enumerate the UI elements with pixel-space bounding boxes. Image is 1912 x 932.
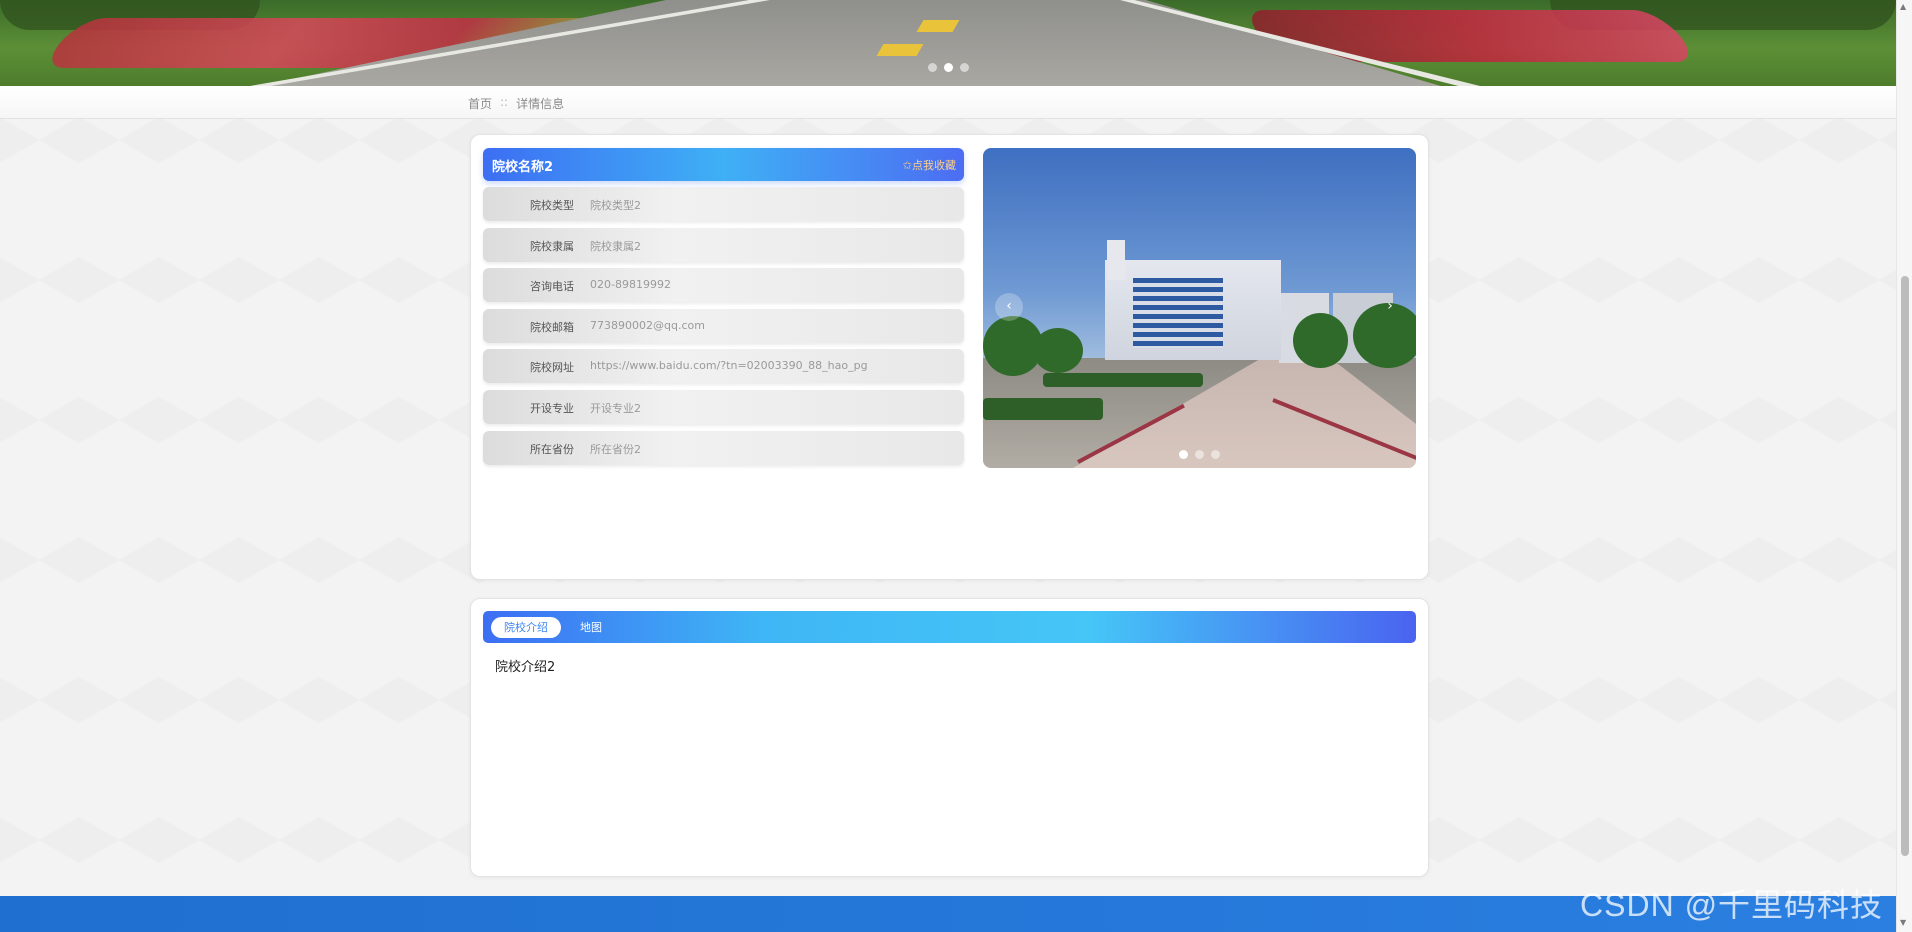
photo-hedge <box>1043 373 1203 387</box>
detail-card: 院校名称2 ✩点我收藏 院校类型 院校类型2 院校隶属 院校隶属2 咨询电话 0… <box>470 134 1429 580</box>
favorite-button[interactable]: ✩点我收藏 <box>903 157 956 173</box>
banner-road-marking <box>916 20 960 32</box>
field-label: 所在省份 <box>530 443 574 456</box>
photo-tree <box>1033 328 1083 373</box>
carousel-prev-button[interactable]: ‹ <box>995 293 1023 321</box>
field-value: 开设专业2 <box>590 402 641 415</box>
carousel-dot[interactable] <box>1211 450 1220 459</box>
tab-school-intro[interactable]: 院校介绍 <box>491 617 561 638</box>
photo-tree <box>1293 313 1348 368</box>
field-value: 773890002@qq.com <box>590 319 705 332</box>
photo-building-tower <box>1107 240 1125 280</box>
school-name-title: 院校名称2 <box>492 160 554 175</box>
field-value: 院校隶属2 <box>590 240 641 253</box>
banner-pagination[interactable] <box>928 63 969 72</box>
banner-dot[interactable] <box>960 63 969 72</box>
field-label: 咨询电话 <box>530 280 574 293</box>
photo-building-windows <box>1133 278 1223 348</box>
intro-card: 院校介绍 地图 院校介绍2 <box>470 598 1429 877</box>
breadcrumb-current: 详情信息 <box>516 97 565 111</box>
field-label: 院校类型 <box>530 199 574 212</box>
breadcrumb-bar: 首页 :: 详情信息 <box>0 86 1896 119</box>
field-row-email: 院校邮箱 773890002@qq.com <box>483 309 964 343</box>
hero-banner <box>0 0 1896 86</box>
page-scrollbar[interactable]: ▲ ▼ <box>1896 0 1912 932</box>
field-value: https://www.baidu.com/?tn=02003390_88_ha… <box>590 359 868 372</box>
field-row-province: 所在省份 所在省份2 <box>483 431 964 465</box>
breadcrumb: 首页 :: 详情信息 <box>468 95 564 112</box>
photo-hedge <box>983 398 1103 420</box>
field-row-majors: 开设专业 开设专业2 <box>483 390 964 424</box>
field-label: 开设专业 <box>530 402 574 415</box>
breadcrumb-home-link[interactable]: 首页 <box>468 95 492 112</box>
field-row-phone: 咨询电话 020-89819992 <box>483 268 964 302</box>
field-value: 020-89819992 <box>590 278 671 291</box>
carousel-next-button[interactable]: › <box>1376 293 1404 321</box>
scrollbar-thumb[interactable] <box>1901 276 1909 856</box>
field-row-website: 院校网址 https://www.baidu.com/?tn=02003390_… <box>483 349 964 383</box>
banner-dot[interactable] <box>928 63 937 72</box>
carousel-dot[interactable] <box>1179 450 1188 459</box>
tab-bar: 院校介绍 地图 <box>483 611 1416 643</box>
tab-map[interactable]: 地图 <box>571 617 611 638</box>
carousel-pagination[interactable] <box>1179 450 1220 459</box>
breadcrumb-separator: :: <box>500 95 509 109</box>
scroll-up-icon[interactable]: ▲ <box>1900 2 1906 11</box>
field-label: 院校邮箱 <box>530 321 574 334</box>
csdn-watermark: CSDN @千里码科技 <box>1580 887 1884 923</box>
carousel-dot[interactable] <box>1195 450 1204 459</box>
field-row-school-type: 院校类型 院校类型2 <box>483 187 964 221</box>
banner-road-marking <box>876 44 924 56</box>
scroll-down-icon[interactable]: ▼ <box>1900 918 1906 927</box>
banner-dot[interactable] <box>944 63 953 72</box>
field-value: 所在省份2 <box>590 443 641 456</box>
field-label: 院校网址 <box>530 361 574 374</box>
detail-title-bar: 院校名称2 ✩点我收藏 <box>483 148 964 181</box>
field-label: 院校隶属 <box>530 240 574 253</box>
campus-photo-carousel[interactable]: ‹ › <box>983 148 1416 468</box>
field-value: 院校类型2 <box>590 199 641 212</box>
intro-content: 院校介绍2 <box>495 660 556 675</box>
field-row-affiliation: 院校隶属 院校隶属2 <box>483 228 964 262</box>
